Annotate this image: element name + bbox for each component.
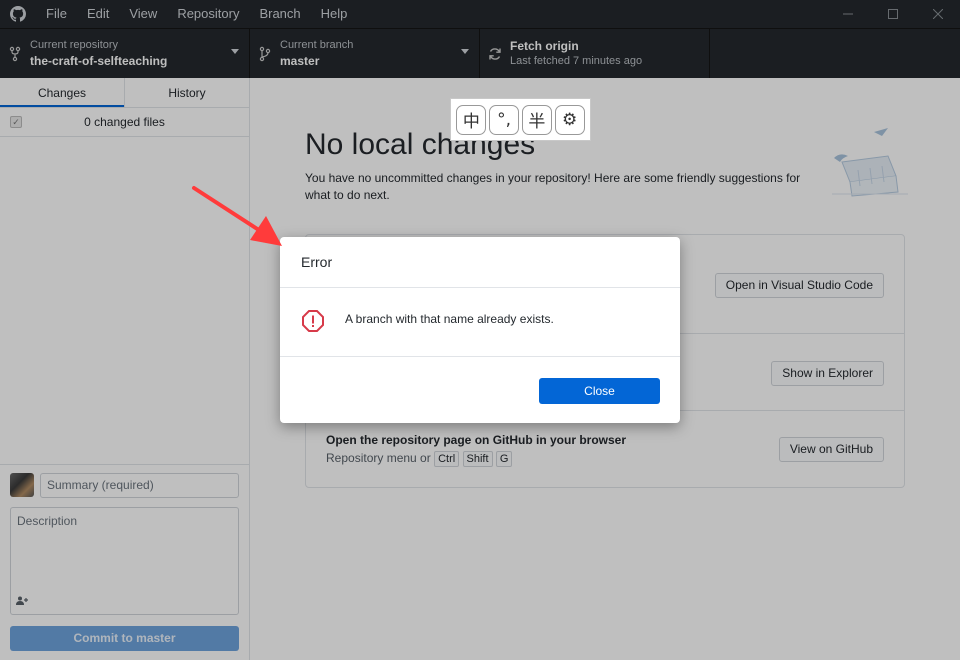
dialog-message: A branch with that name already exists. bbox=[345, 312, 554, 326]
ime-punctuation-button[interactable]: °, bbox=[489, 104, 520, 135]
close-button[interactable]: Close bbox=[539, 378, 660, 404]
error-octagon-icon bbox=[301, 309, 325, 336]
ime-chinese-mode-button[interactable]: 中 bbox=[456, 104, 487, 135]
dialog-title: Error bbox=[280, 237, 680, 288]
dialog-footer: Close bbox=[280, 357, 680, 421]
dialog-body: A branch with that name already exists. bbox=[280, 288, 680, 357]
error-dialog: Error A branch with that name already ex… bbox=[280, 237, 680, 423]
ime-toolbar: 中 °, 半 ⚙ bbox=[450, 98, 591, 141]
ime-half-width-button[interactable]: 半 bbox=[521, 104, 552, 135]
ime-settings-button[interactable]: ⚙ bbox=[554, 104, 585, 135]
